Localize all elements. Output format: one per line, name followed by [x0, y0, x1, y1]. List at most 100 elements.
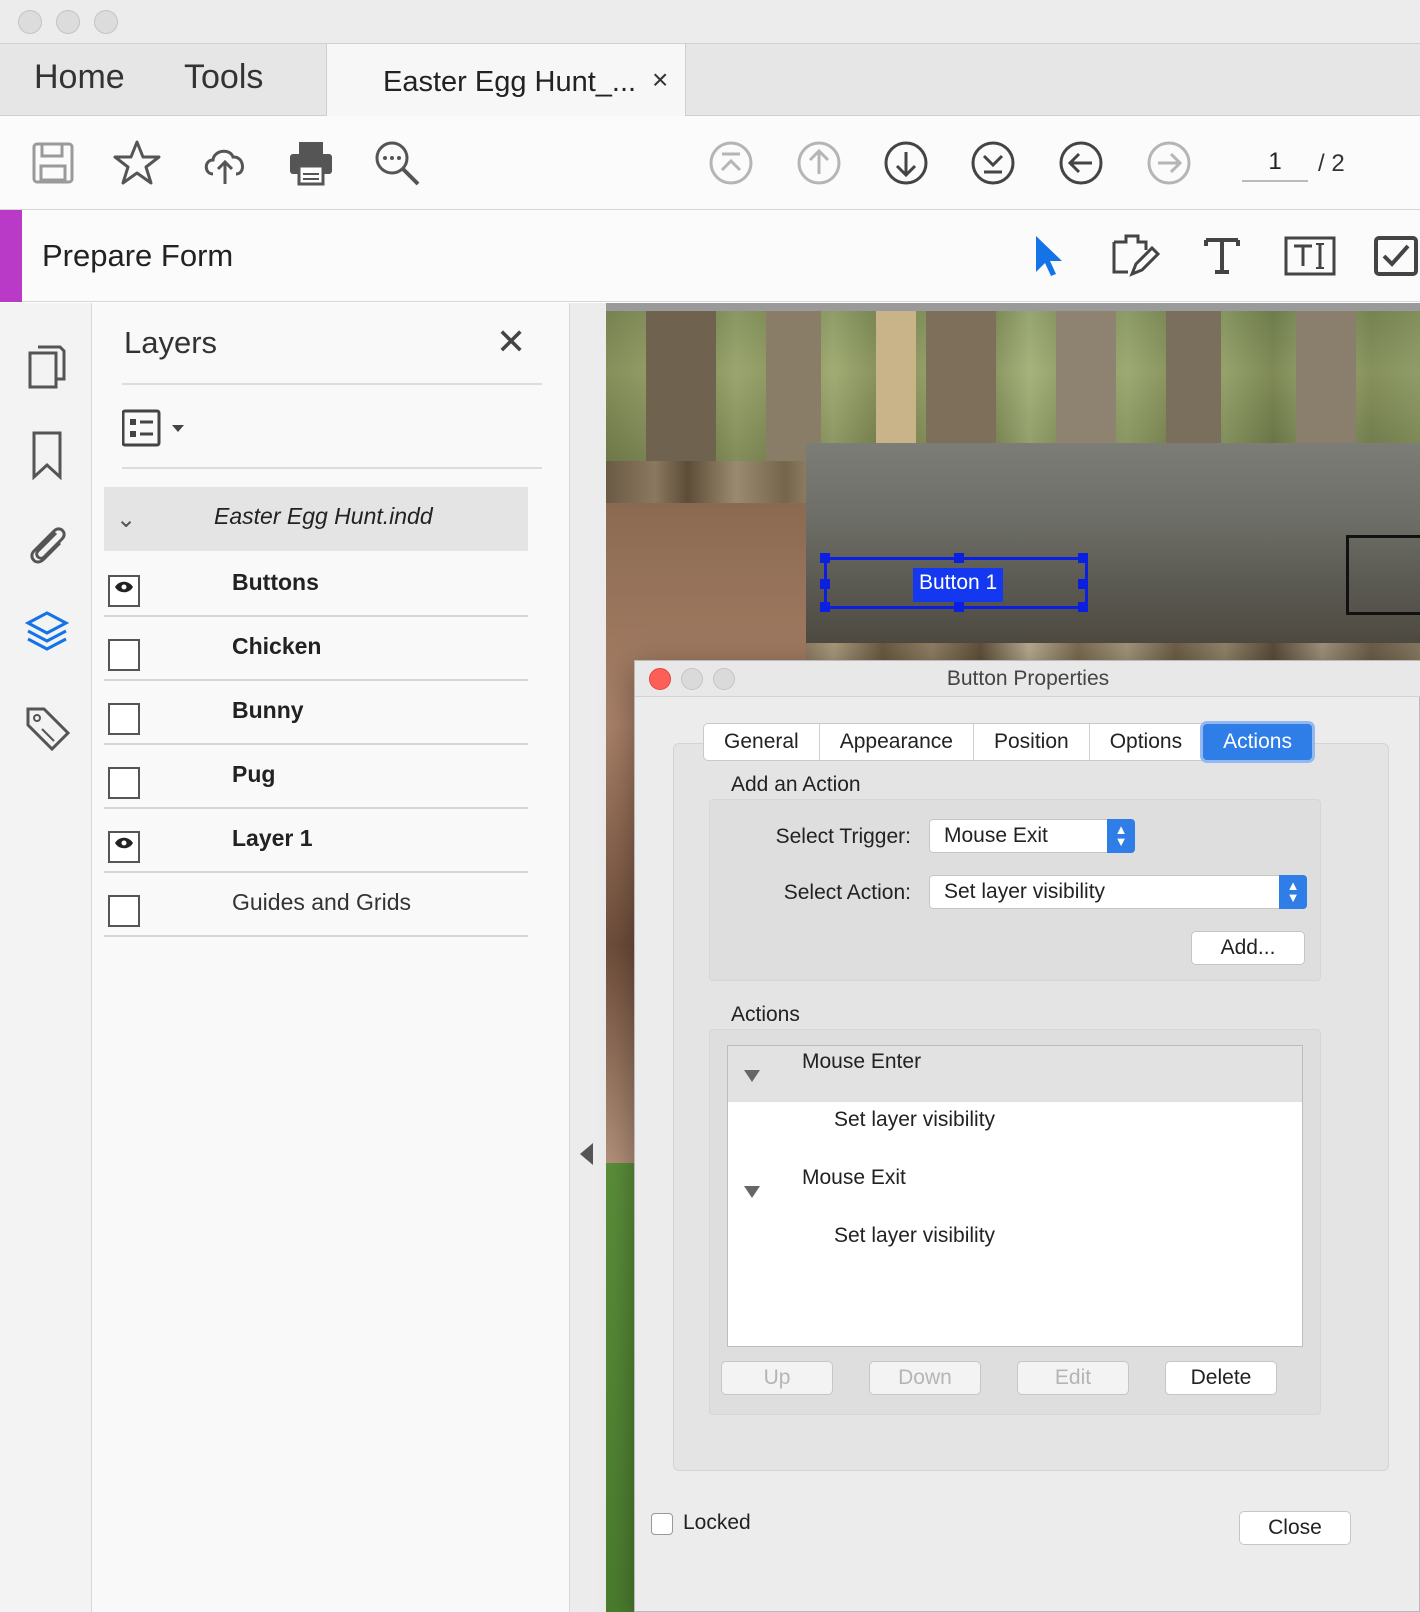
layer-name: Layer 1: [232, 825, 313, 851]
resize-handle[interactable]: [954, 602, 964, 612]
layers-panel-close-icon[interactable]: ✕: [496, 321, 526, 363]
window-minimize-dot[interactable]: [56, 10, 80, 34]
last-page-icon[interactable]: [968, 138, 1018, 188]
layer-row[interactable]: Chicken: [104, 615, 528, 681]
dialog-tab-bar: General Appearance Position Options Acti…: [703, 723, 1313, 761]
select-stepper-icon: ▲ ▼: [1107, 819, 1135, 853]
forward-icon[interactable]: [1144, 138, 1194, 188]
tag-icon[interactable]: [22, 699, 72, 755]
tab-tools[interactable]: Tools: [184, 58, 263, 97]
select-trigger-label: Select Trigger:: [775, 825, 911, 848]
page-photo-fence: [646, 311, 1356, 461]
resize-handle[interactable]: [1078, 602, 1088, 612]
add-action-button[interactable]: Add...: [1191, 931, 1305, 965]
tab-appearance[interactable]: Appearance: [820, 724, 974, 760]
layer-name: Pug: [232, 761, 276, 787]
document-tab[interactable]: Easter Egg Hunt_... ×: [326, 44, 686, 117]
attachment-icon[interactable]: [22, 515, 72, 571]
button-field-label: Button 1: [913, 568, 1004, 602]
bookmark-icon[interactable]: [22, 427, 72, 483]
close-button[interactable]: Close: [1239, 1511, 1351, 1545]
trigger-select[interactable]: Mouse Exit ▲ ▼: [929, 819, 1135, 853]
resize-handle[interactable]: [820, 579, 830, 589]
action-select[interactable]: Set layer visibility ▲ ▼: [929, 875, 1307, 909]
form-field-outline[interactable]: [1346, 535, 1420, 615]
layer-visibility-toggle[interactable]: [108, 767, 140, 799]
button-field-selection[interactable]: Button 1: [820, 553, 1088, 612]
checkbox-field-icon[interactable]: [1370, 228, 1420, 284]
select-action-label: Select Action:: [783, 881, 911, 904]
delete-action-button[interactable]: Delete: [1165, 1361, 1277, 1395]
window-zoom-dot[interactable]: [94, 10, 118, 34]
edit-action-button[interactable]: Edit: [1017, 1361, 1129, 1395]
move-up-button[interactable]: Up: [721, 1361, 833, 1395]
locked-checkbox[interactable]: [651, 1513, 673, 1535]
action-trigger-row[interactable]: Mouse Exit: [728, 1162, 1302, 1218]
layer-visibility-toggle[interactable]: [108, 639, 140, 671]
resize-handle[interactable]: [820, 553, 830, 563]
first-page-icon[interactable]: [706, 138, 756, 188]
upload-cloud-icon[interactable]: [200, 138, 250, 188]
layers-panel-title: Layers: [124, 325, 218, 360]
layer-visibility-toggle[interactable]: [108, 575, 140, 607]
resize-handle[interactable]: [954, 553, 964, 563]
text-box-field-icon[interactable]: [1282, 228, 1338, 284]
disclosure-triangle-icon[interactable]: [744, 1186, 760, 1198]
locked-checkbox-wrap: [651, 1509, 681, 1539]
layer-row[interactable]: Guides and Grids: [104, 871, 528, 937]
edit-field-icon[interactable]: [1106, 228, 1162, 284]
action-item[interactable]: Set layer visibility: [834, 1224, 995, 1248]
select-stepper-icon: ▲ ▼: [1279, 875, 1307, 909]
resize-handle[interactable]: [820, 602, 830, 612]
page-photo-stone: [806, 443, 1420, 643]
panel-collapse-strip[interactable]: [570, 303, 606, 1612]
prepare-form-title: Prepare Form: [42, 238, 234, 273]
next-page-icon[interactable]: [881, 138, 931, 188]
tab-position[interactable]: Position: [974, 724, 1090, 760]
bookmark-star-icon[interactable]: [112, 138, 162, 188]
document-tab-close-icon[interactable]: ×: [652, 64, 668, 96]
left-rail: [0, 303, 92, 1612]
tab-options[interactable]: Options: [1090, 724, 1204, 760]
pages-icon[interactable]: [22, 339, 72, 395]
document-tab-title: Easter Egg Hunt_...: [383, 66, 637, 98]
action-item[interactable]: Set layer visibility: [834, 1108, 995, 1132]
action-trigger-row[interactable]: Mouse Enter: [728, 1046, 1302, 1102]
actions-list[interactable]: Mouse Enter Set layer visibility Mouse E…: [727, 1045, 1303, 1347]
eye-icon: [115, 837, 133, 849]
tab-actions[interactable]: Actions: [1203, 724, 1312, 760]
resize-handle[interactable]: [1078, 579, 1088, 589]
move-down-button[interactable]: Down: [869, 1361, 981, 1395]
print-icon[interactable]: [286, 138, 336, 188]
text-field-icon[interactable]: [1194, 228, 1250, 284]
disclosure-triangle-icon[interactable]: [744, 1070, 760, 1082]
layer-visibility-toggle[interactable]: [108, 703, 140, 735]
chevron-down-icon[interactable]: ⌄: [116, 505, 136, 534]
layer-row[interactable]: Layer 1: [104, 807, 528, 873]
search-zoom-icon[interactable]: [372, 138, 422, 188]
select-pointer-icon[interactable]: [1018, 228, 1074, 284]
back-icon[interactable]: [1056, 138, 1106, 188]
layers-icon[interactable]: [22, 605, 72, 661]
layers-document-row[interactable]: ⌄ Easter Egg Hunt.indd: [104, 487, 528, 551]
layer-name: Bunny: [232, 697, 304, 723]
locked-label: Locked: [683, 1511, 751, 1534]
action-trigger-name: Mouse Exit: [802, 1166, 906, 1189]
layer-row[interactable]: Bunny: [104, 679, 528, 745]
button-properties-dialog: Button Properties General Appearance Pos…: [634, 660, 1420, 1612]
tab-general[interactable]: General: [704, 724, 820, 760]
resize-handle[interactable]: [1078, 553, 1088, 563]
layers-options-icon[interactable]: [121, 409, 194, 449]
previous-page-icon[interactable]: [794, 138, 844, 188]
layer-row[interactable]: Pug: [104, 743, 528, 809]
layer-visibility-toggle[interactable]: [108, 831, 140, 863]
page-number-input[interactable]: 1: [1242, 148, 1308, 182]
layer-row[interactable]: Buttons: [104, 551, 528, 617]
tab-home[interactable]: Home: [34, 58, 125, 97]
collapse-arrow-icon[interactable]: [580, 1143, 593, 1165]
prepare-form-accent: [0, 210, 22, 302]
save-icon[interactable]: [28, 138, 78, 188]
window-close-dot[interactable]: [18, 10, 42, 34]
layer-visibility-toggle[interactable]: [108, 895, 140, 927]
